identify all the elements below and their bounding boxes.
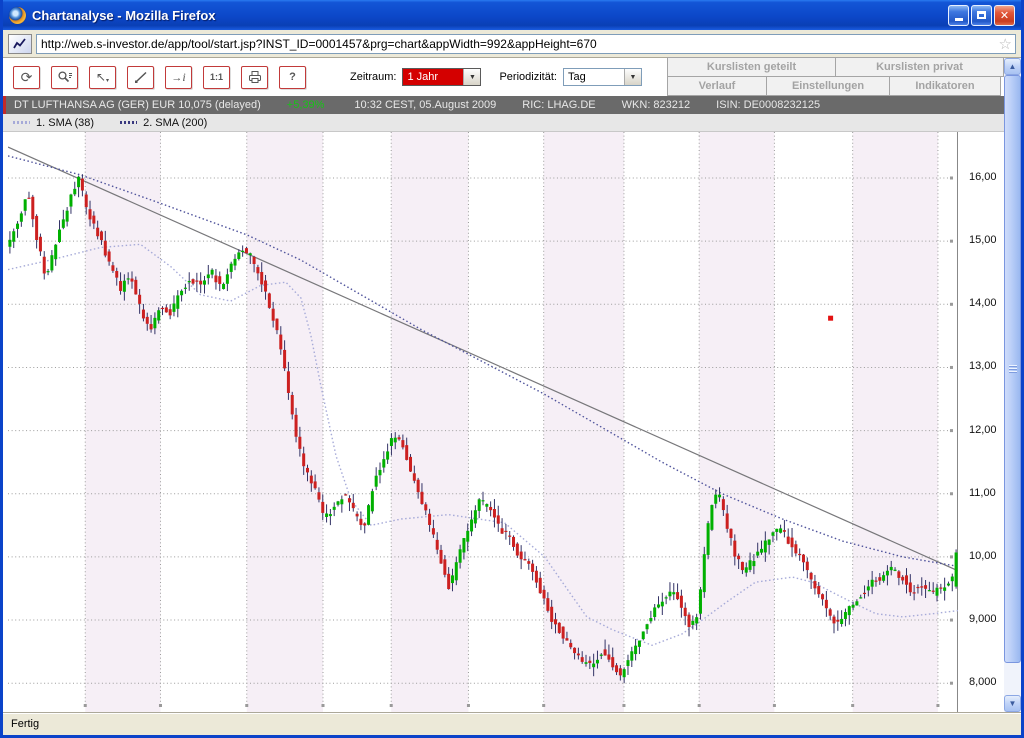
isin-code: ISIN: DE0008232125	[716, 99, 820, 111]
browser-window: Chartanalyse - Mozilla Firefox ✕ ☆ ⟳ ↖▾ →i…	[0, 0, 1024, 738]
legend-item-sma38: 1. SMA (38)	[13, 117, 94, 129]
print-tool-button[interactable]	[241, 66, 268, 89]
scrollbar-track[interactable]	[1004, 663, 1021, 695]
thumb-grip-icon	[1009, 365, 1017, 374]
chart-favicon-icon	[12, 37, 28, 50]
one-to-one-icon: 1:1	[210, 72, 223, 82]
help-icon: ?	[289, 71, 296, 83]
title-bar: Chartanalyse - Mozilla Firefox ✕	[3, 0, 1021, 30]
minimize-icon	[955, 18, 963, 21]
tab-kurslisten-privat[interactable]: Kurslisten privat	[835, 57, 1004, 77]
legend-swatch-icon	[120, 121, 137, 124]
y-axis-label: 15,00	[969, 234, 997, 246]
minimize-button[interactable]	[948, 5, 969, 26]
refresh-icon: ⟳	[21, 69, 33, 86]
info-arrow-icon: →i	[171, 70, 185, 85]
scrollbar-thumb[interactable]	[1004, 75, 1021, 663]
status-bar: Fertig	[3, 712, 1021, 735]
window-title: Chartanalyse - Mozilla Firefox	[32, 8, 216, 23]
y-axis-label: 12,00	[969, 424, 997, 436]
firefox-icon	[9, 7, 26, 24]
tool-buttons: ⟳ ↖▾ →i 1:1?	[13, 66, 306, 89]
y-axis-label: 9,000	[969, 613, 997, 625]
wkn-code: WKN: 823212	[622, 99, 690, 111]
arrow-up-icon: ▲	[1009, 62, 1017, 71]
tab-kurslisten-geteilt[interactable]: Kurslisten geteilt	[667, 57, 836, 77]
maximize-icon	[977, 11, 986, 19]
app-toolbar: ⟳ ↖▾ →i 1:1? Zeitraum: 1 Jahr ▼ Periodizitä…	[3, 58, 1004, 96]
close-icon: ✕	[1000, 9, 1009, 22]
legend-item-sma200: 2. SMA (200)	[120, 117, 207, 129]
maximize-button[interactable]	[971, 5, 992, 26]
zeitraum-label: Zeitraum:	[350, 71, 396, 83]
line-tool-icon	[133, 70, 149, 84]
chart-plot[interactable]	[8, 132, 958, 712]
help-tool-button[interactable]: ?	[279, 66, 306, 89]
periodizitaet-value: Tag	[564, 69, 624, 85]
instrument-info-bar: DT LUFTHANSA AG (GER) EUR 10,075 (delaye…	[3, 96, 1004, 114]
ric-code: RIC: LHAG.DE	[522, 99, 595, 111]
bookmark-star-icon[interactable]: ☆	[999, 35, 1012, 55]
vertical-scrollbar: ▲ ▼	[1004, 58, 1021, 712]
chart-area: 16,00 15,00 14,00 13,00 12,00 11,00 10,00 9,000…	[3, 132, 1004, 712]
y-axis-label: 14,00	[969, 297, 997, 309]
url-input[interactable]	[37, 36, 1015, 52]
chart-app: ⟳ ↖▾ →i 1:1? Zeitraum: 1 Jahr ▼ Periodizitä…	[3, 58, 1004, 712]
zoom-tool-button[interactable]	[51, 66, 78, 89]
url-toolbar: ☆	[3, 30, 1021, 58]
zoom-icon	[57, 70, 73, 84]
legend-label: 1. SMA (38)	[36, 117, 94, 129]
periodizitaet-label: Periodizität:	[499, 71, 556, 83]
right-tab-buttons: Kurslisten geteiltKurslisten privat Verl…	[668, 58, 1004, 96]
pointer-tool-button[interactable]: ↖▾	[89, 66, 116, 89]
legend-swatch-icon	[13, 121, 30, 124]
info-tool-button[interactable]: →i	[165, 66, 192, 89]
print-icon	[247, 70, 263, 84]
y-axis-label: 8,000	[969, 676, 997, 688]
chart-legend: 1. SMA (38) 2. SMA (200)	[3, 114, 1004, 132]
one-to-one-tool-button[interactable]: 1:1	[203, 66, 230, 89]
y-axis-label: 10,00	[969, 550, 997, 562]
refresh-tool-button[interactable]: ⟳	[13, 66, 40, 89]
chevron-down-icon: ▼	[463, 69, 480, 85]
site-favicon[interactable]	[8, 34, 32, 54]
y-axis-label: 13,00	[969, 360, 997, 372]
tab-verlauf[interactable]: Verlauf	[667, 76, 767, 96]
zeitraum-value: 1 Jahr	[403, 69, 463, 85]
change-percent: +5,39%	[287, 99, 325, 111]
periodizitaet-select[interactable]: Tag ▼	[563, 68, 642, 86]
price-axis: 16,00 15,00 14,00 13,00 12,00 11,00 10,00 9,000…	[958, 132, 1004, 712]
pointer-icon: ↖▾	[96, 70, 109, 84]
quote-datetime: 10:32 CEST, 05.August 2009	[354, 99, 496, 111]
trendline-tool-button[interactable]	[127, 66, 154, 89]
tab-einstellungen[interactable]: Einstellungen	[766, 76, 890, 96]
y-axis-label: 16,00	[969, 171, 997, 183]
chevron-down-icon: ▼	[624, 69, 641, 85]
y-axis-label: 11,00	[969, 487, 996, 499]
browser-viewport: ⟳ ↖▾ →i 1:1? Zeitraum: 1 Jahr ▼ Periodizitä…	[3, 58, 1021, 712]
scroll-up-button[interactable]: ▲	[1004, 58, 1021, 75]
url-field: ☆	[36, 34, 1016, 54]
close-button[interactable]: ✕	[994, 5, 1015, 26]
tab-indikatoren[interactable]: Indikatoren	[889, 76, 1001, 96]
scroll-down-button[interactable]: ▼	[1004, 695, 1021, 712]
status-text: Fertig	[11, 718, 39, 730]
arrow-down-icon: ▼	[1009, 699, 1017, 708]
instrument-name: DT LUFTHANSA AG (GER) EUR 10,075 (delaye…	[14, 99, 261, 111]
zeitraum-select[interactable]: 1 Jahr ▼	[402, 68, 481, 86]
legend-label: 2. SMA (200)	[143, 117, 207, 129]
